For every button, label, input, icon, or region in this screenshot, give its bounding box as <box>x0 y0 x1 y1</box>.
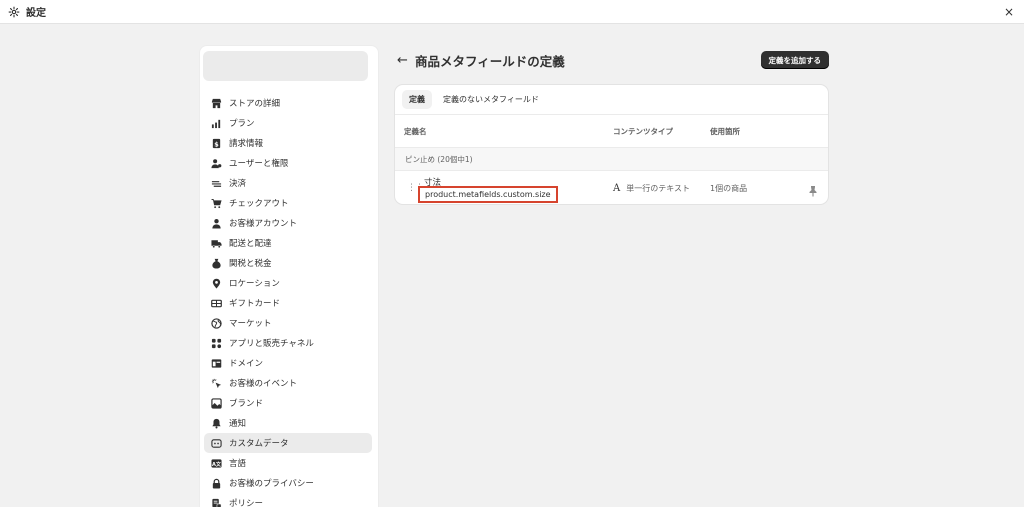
tab-definitions[interactable]: 定義 <box>402 90 432 109</box>
sidebar-item-customer-accounts[interactable]: お客様アカウント <box>204 213 372 233</box>
page-title: 商品メタフィールドの定義 <box>415 53 565 69</box>
svg-text:A文: A文 <box>212 460 222 467</box>
sidebar-item-label: 決済 <box>229 179 247 189</box>
sidebar-item-label: チェックアウト <box>229 199 289 209</box>
sidebar-item-label: ドメイン <box>229 359 264 369</box>
sidebar-item-label: ロケーション <box>229 279 280 289</box>
back-arrow-icon[interactable]: ← <box>397 53 413 68</box>
close-icon[interactable]: × <box>1002 4 1016 20</box>
cart-icon <box>210 197 222 209</box>
sidebar-item-billing[interactable]: $ 請求情報 <box>204 133 372 153</box>
plan-chart-icon <box>210 117 222 129</box>
money-bag-icon <box>210 257 222 269</box>
usage-count: 1個の商品 <box>710 184 748 193</box>
person-icon <box>210 217 222 229</box>
column-header-content-type: コンテンツタイプ <box>613 126 673 136</box>
pinned-count-label: ピン止め (20個中1) <box>405 154 473 164</box>
pin-icon[interactable] <box>808 182 818 197</box>
sidebar-item-markets[interactable]: マーケット <box>204 313 372 333</box>
sidebar-item-store-details[interactable]: ストアの詳細 <box>204 93 372 113</box>
sidebar-item-label: ブランド <box>229 399 264 409</box>
sidebar-item-gift-cards[interactable]: ギフトカード <box>204 293 372 313</box>
sidebar-item-custom-data[interactable]: カスタムデータ <box>204 433 372 453</box>
truck-icon <box>210 237 222 249</box>
brand-icon <box>210 397 222 409</box>
billing-icon: $ <box>210 137 222 149</box>
sidebar-item-notifications[interactable]: 通知 <box>204 413 372 433</box>
language-icon: A文 <box>210 457 222 469</box>
window-title-bar: 設定 × <box>0 0 1024 24</box>
column-header-name[interactable]: 定義名 <box>404 126 427 137</box>
users-icon <box>210 157 222 169</box>
sidebar-item-domains[interactable]: ドメイン <box>204 353 372 373</box>
sidebar-item-label: ストアの詳細 <box>229 99 281 109</box>
globe-icon <box>210 317 222 329</box>
sidebar-item-label: お客様のプライバシー <box>229 479 314 489</box>
custom-data-icon <box>210 437 222 449</box>
definition-namespace-key: product.metafields.custom.size <box>418 186 558 203</box>
gear-icon <box>8 6 20 18</box>
window-title: 設定 <box>26 8 46 19</box>
location-icon <box>210 277 222 289</box>
sidebar-item-label: マーケット <box>229 319 272 329</box>
sidebar-item-customer-events[interactable]: お客様のイベント <box>204 373 372 393</box>
sidebar-item-checkout[interactable]: チェックアウト <box>204 193 372 213</box>
sidebar-item-label: 言語 <box>229 459 247 469</box>
sidebar-item-policies[interactable]: ポリシー <box>204 493 372 507</box>
content-type-label: 単一行のテキスト <box>626 184 690 193</box>
sidebar-item-label: ポリシー <box>229 499 264 507</box>
settings-sidebar: ストアの詳細 プラン $ 請求情報 ユーザーと権限 決済 チェックアウト お客様… <box>199 45 379 507</box>
tab-metafields-without-definition[interactable]: 定義のないメタフィールド <box>436 90 546 109</box>
sidebar-item-shipping[interactable]: 配送と配達 <box>204 233 372 253</box>
sidebar-item-label: 通知 <box>229 419 247 429</box>
sidebar-item-duties-taxes[interactable]: 関税と税金 <box>204 253 372 273</box>
pinned-section-label: ピン止め (20個中1) <box>395 148 828 171</box>
lock-icon <box>210 477 222 489</box>
store-icon <box>210 97 222 109</box>
text-type-icon: A <box>613 183 621 194</box>
bell-icon <box>210 417 222 429</box>
sidebar-item-label: アプリと販売チャネル <box>229 339 314 349</box>
sidebar-item-locations[interactable]: ロケーション <box>204 273 372 293</box>
sidebar-item-label: 配送と配達 <box>229 239 272 249</box>
policy-icon <box>210 497 222 507</box>
sidebar-item-users[interactable]: ユーザーと権限 <box>204 153 372 173</box>
payments-icon <box>210 177 222 189</box>
store-selector[interactable] <box>203 51 368 81</box>
cursor-click-icon <box>210 377 222 389</box>
page-header: ← 商品メタフィールドの定義 定義を追加する <box>397 50 829 70</box>
definition-tabs: 定義 定義のないメタフィールド <box>395 85 828 115</box>
sidebar-item-label: お客様のイベント <box>229 379 298 389</box>
sidebar-item-label: 関税と税金 <box>229 259 272 269</box>
sidebar-item-label: ユーザーと権限 <box>229 159 289 169</box>
settings-nav: ストアの詳細 プラン $ 請求情報 ユーザーと権限 決済 チェックアウト お客様… <box>204 93 372 507</box>
gift-card-icon <box>210 297 222 309</box>
table-row[interactable]: ⋮⋮ 寸法 product.metafields.custom.size A 単… <box>395 171 828 204</box>
sidebar-item-customer-privacy[interactable]: お客様のプライバシー <box>204 473 372 493</box>
sidebar-item-label: 請求情報 <box>229 139 264 149</box>
sidebar-item-label: ギフトカード <box>229 299 281 309</box>
sidebar-item-languages[interactable]: A文 言語 <box>204 453 372 473</box>
sidebar-item-payments[interactable]: 決済 <box>204 173 372 193</box>
sidebar-item-label: お客様アカウント <box>229 219 298 229</box>
add-definition-button[interactable]: 定義を追加する <box>760 51 829 69</box>
sidebar-item-plan[interactable]: プラン <box>204 113 372 133</box>
sidebar-item-apps-channels[interactable]: アプリと販売チャネル <box>204 333 372 353</box>
sidebar-item-label: カスタムデータ <box>229 439 289 449</box>
definitions-card: 定義 定義のないメタフィールド 定義名 コンテンツタイプ 使用箇所 ピン止め (… <box>394 84 829 205</box>
column-header-usage: 使用箇所 <box>710 126 740 136</box>
apps-icon <box>210 337 222 349</box>
sidebar-item-brand[interactable]: ブランド <box>204 393 372 413</box>
svg-text:$: $ <box>214 140 219 148</box>
content-type: A 単一行のテキスト <box>613 183 690 194</box>
sidebar-item-label: プラン <box>229 119 255 129</box>
domain-icon <box>210 357 222 369</box>
table-header: 定義名 コンテンツタイプ 使用箇所 <box>395 115 828 148</box>
